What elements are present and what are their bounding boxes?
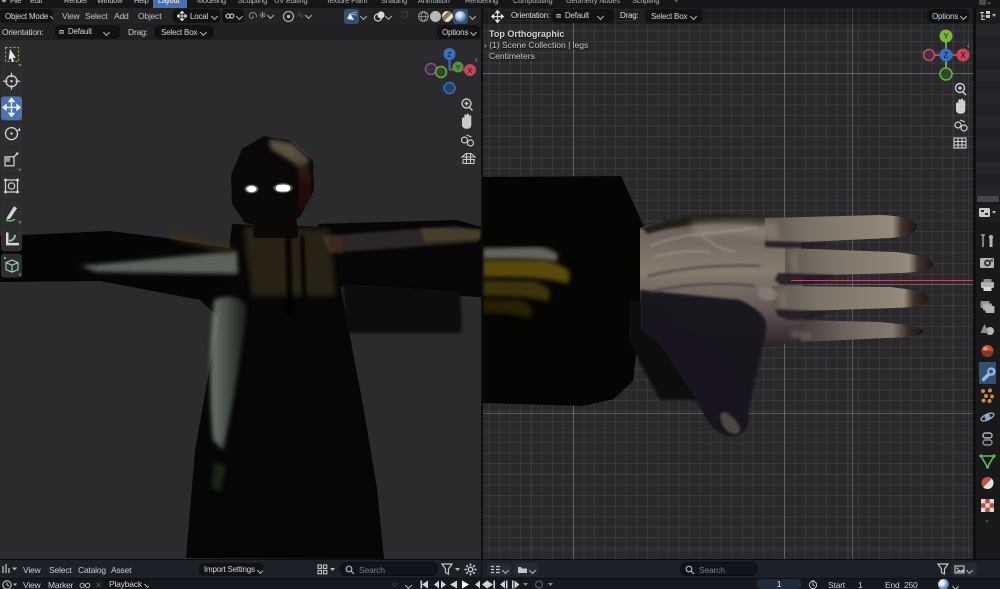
svg-text:Y: Y — [456, 65, 461, 72]
svg-text:Y: Y — [943, 32, 949, 41]
svg-text:X: X — [960, 51, 966, 60]
svg-text:X: X — [468, 68, 473, 75]
svg-text:Z: Z — [447, 52, 452, 59]
svg-text:Z: Z — [944, 51, 949, 60]
